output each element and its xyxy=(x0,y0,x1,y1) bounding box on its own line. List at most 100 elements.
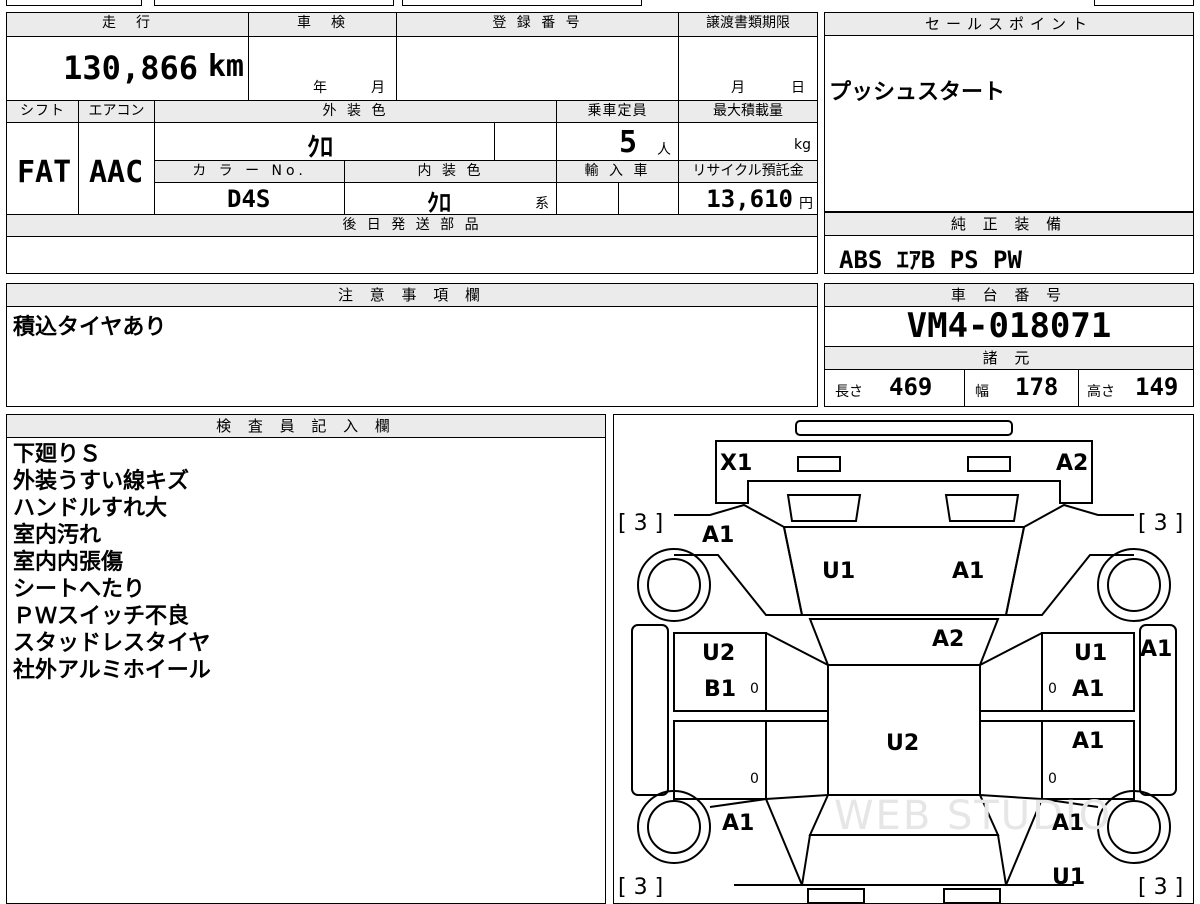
transfer-cell: 月 日 xyxy=(679,37,817,101)
ac-label: エアコン xyxy=(79,101,155,123)
mark-fender-rr: A1 xyxy=(1052,811,1085,836)
recycle-cell: 13,610 円 xyxy=(679,183,817,215)
color-no-cell: D4S xyxy=(155,183,345,215)
inspector-notes: 下廻りＳ 外装うすい線キズ ハンドルすれ大 室内汚れ 室内内張傷 シートへたり … xyxy=(13,441,211,684)
interior-color-cell: ｸﾛ 系 xyxy=(345,183,557,217)
inspector-box: 検 査 員 記 入 欄 下廻りＳ 外装うすい線キズ ハンドルすれ大 室内汚れ 室… xyxy=(6,414,606,904)
mark-tire-fl: [ 3 ] xyxy=(618,511,664,536)
height-label: 高さ xyxy=(1087,384,1115,400)
interior-color-label: 内 装 色 xyxy=(345,161,557,183)
color-no-label: カ ラ ー No. xyxy=(155,161,345,183)
car-diagram-box: WEB STUDIO X1 A2 [ 3 ] [ 3 ] A1 U1 A1 A2… xyxy=(613,414,1194,904)
mark-zero: 0 xyxy=(1048,681,1057,697)
inspector-label: 検 査 員 記 入 欄 xyxy=(7,415,605,438)
equipment-label: 純 正 装 備 xyxy=(825,212,1193,236)
mark-door-rr: A1 xyxy=(1072,729,1105,754)
mark-fender-rl: A1 xyxy=(722,811,755,836)
transfer-month-unit: 月 xyxy=(731,80,745,96)
import-cell-b xyxy=(619,183,679,215)
import-label: 輸 入 車 xyxy=(557,161,679,183)
specs-label: 諸 元 xyxy=(825,346,1193,370)
mark-hood-left: U1 xyxy=(822,559,856,584)
chassis-number: VM4-018071 xyxy=(906,306,1112,346)
height-cell: 高さ 149 xyxy=(1079,369,1193,406)
length-label: 長さ xyxy=(835,384,863,400)
recycle-unit: 円 xyxy=(799,196,813,212)
ac-cell: AAC xyxy=(79,123,155,215)
sales-point-text: プッシュスタート xyxy=(829,80,1006,105)
mileage-cell: 130,866 km xyxy=(7,37,249,101)
inspection-cell: 年 月 xyxy=(249,37,397,101)
interior-color-suffix: 系 xyxy=(535,196,549,212)
inspection-month-unit: 月 xyxy=(371,80,385,96)
mark-door-fl-2: B1 xyxy=(704,677,737,702)
inspection-year-unit: 年 xyxy=(313,80,327,96)
mark-fender-fl: A1 xyxy=(702,523,735,548)
capacity-cell: 5 人 xyxy=(557,123,679,161)
inspection-label: 車 検 xyxy=(249,13,397,37)
vehicle-info-grid: 走 行 車 検 登 録 番 号 譲渡書類期限 130,866 km 年 月 月 … xyxy=(6,12,818,274)
transfer-day-unit: 日 xyxy=(791,80,805,96)
mileage-value: 130,866 xyxy=(63,49,198,87)
inspector-note-line: 社外アルミホイール xyxy=(13,658,211,683)
mark-rear-right: U1 xyxy=(1052,865,1086,890)
capacity-unit: 人 xyxy=(657,142,671,158)
registration-label: 登 録 番 号 xyxy=(397,13,679,37)
shift-label: シフト xyxy=(7,101,79,123)
chassis-label: 車 台 番 号 xyxy=(825,284,1193,307)
inspector-note-line: ＰＷスイッチ不良 xyxy=(13,604,190,629)
mark-front-left: X1 xyxy=(720,451,753,476)
mark-windshield: A2 xyxy=(932,627,965,652)
recycle-value: 13,610 xyxy=(706,185,793,213)
color-no-value: D4S xyxy=(227,185,271,213)
exterior-color-sub-cell xyxy=(495,123,557,161)
sales-point-label: セールスポイント xyxy=(825,13,1193,36)
inspector-note-line: 室内内張傷 xyxy=(13,550,124,575)
width-value: 178 xyxy=(1015,373,1059,401)
mark-zero: 0 xyxy=(750,771,759,787)
mark-tire-rr: [ 3 ] xyxy=(1138,875,1184,900)
equipment-text: ABS ｴｱB PS PW xyxy=(839,246,1022,274)
mark-zero: 0 xyxy=(750,681,759,697)
mark-door-fl-1: U2 xyxy=(702,641,736,666)
mark-tire-rl: [ 3 ] xyxy=(618,875,664,900)
transfer-label: 譲渡書類期限 xyxy=(679,13,817,37)
capacity-label: 乗車定員 xyxy=(557,101,679,123)
caution-label: 注 意 事 項 欄 xyxy=(7,284,817,307)
mark-roof: U2 xyxy=(886,731,920,756)
inspector-note-line: スタッドレスタイヤ xyxy=(13,631,211,656)
inspector-note-line: シートへたり xyxy=(13,577,146,602)
later-parts-label: 後 日 発 送 部 品 xyxy=(7,215,817,237)
import-cell-a xyxy=(557,183,619,215)
mark-zero: 0 xyxy=(1048,771,1057,787)
chassis-box: 車 台 番 号 VM4-018071 諸 元 長さ 469 幅 178 高さ 1… xyxy=(824,283,1194,407)
mark-right-side: A1 xyxy=(1140,637,1173,662)
inspector-note-line: 下廻りＳ xyxy=(13,442,102,467)
length-value: 469 xyxy=(889,373,933,401)
exterior-color-value: ｸﾛ xyxy=(307,133,334,163)
sales-point-box: セールスポイント プッシュスタート xyxy=(824,12,1194,212)
capacity-value: 5 xyxy=(619,125,638,160)
top-strip xyxy=(6,0,1194,6)
mark-door-fr-2: A1 xyxy=(1072,677,1105,702)
equipment-box: 純 正 装 備 ABS ｴｱB PS PW xyxy=(824,212,1194,274)
caution-box: 注 意 事 項 欄 積込タイヤあり xyxy=(6,283,818,407)
max-load-unit: kg xyxy=(794,137,811,153)
mark-tire-fr: [ 3 ] xyxy=(1138,511,1184,536)
shift-cell: FAT xyxy=(7,123,79,215)
length-cell: 長さ 469 xyxy=(825,369,965,406)
mileage-unit: km xyxy=(207,49,244,84)
inspector-note-line: ハンドルすれ大 xyxy=(13,496,168,521)
inspector-note-line: 外装うすい線キズ xyxy=(13,469,190,494)
mark-front-right: A2 xyxy=(1056,451,1089,476)
inspector-note-line: 室内汚れ xyxy=(13,523,102,548)
exterior-color-cell: ｸﾛ xyxy=(155,123,495,163)
mark-hood-right: A1 xyxy=(952,559,985,584)
later-parts-value xyxy=(7,237,817,273)
recycle-label: リサイクル預託金 xyxy=(679,161,817,183)
height-value: 149 xyxy=(1135,373,1179,401)
width-label: 幅 xyxy=(975,384,989,400)
max-load-label: 最大積載量 xyxy=(679,101,817,123)
interior-color-value: ｸﾛ xyxy=(427,189,451,217)
max-load-cell: kg xyxy=(679,123,817,161)
